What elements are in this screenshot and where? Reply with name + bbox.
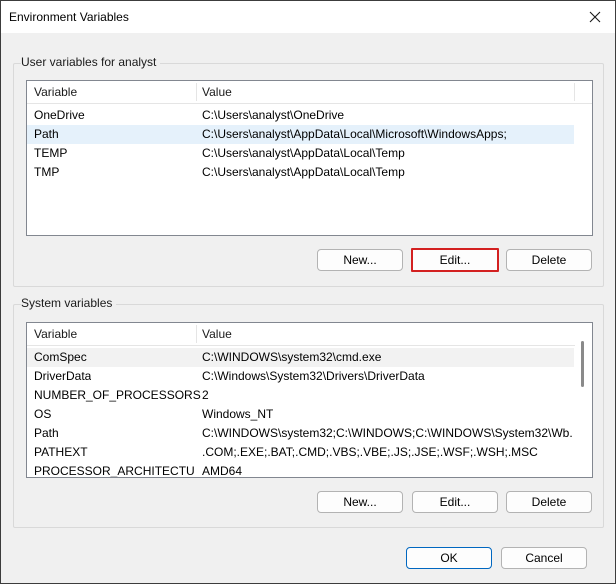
cancel-button[interactable]: Cancel (501, 547, 587, 569)
column-header-value[interactable]: Value (202, 85, 232, 99)
variable-value: C:\Users\analyst\OneDrive (202, 108, 345, 122)
user-new-button[interactable]: New... (317, 249, 403, 271)
variable-name: Path (34, 426, 59, 440)
vertical-scrollbar[interactable] (575, 323, 592, 477)
variable-name: NUMBER_OF_PROCESSORS (34, 388, 201, 402)
table-row[interactable]: OS Windows_NT (27, 405, 574, 424)
variable-value: Windows_NT (202, 407, 274, 421)
table-row[interactable]: PROCESSOR_ARCHITECTURE AMD64 (27, 462, 574, 478)
scrollbar-thumb[interactable] (581, 341, 584, 387)
table-row[interactable]: NUMBER_OF_PROCESSORS 2 (27, 386, 574, 405)
table-row-selected[interactable]: Path C:\Users\analyst\AppData\Local\Micr… (27, 125, 574, 144)
column-header-value[interactable]: Value (202, 327, 232, 341)
window-title: Environment Variables (9, 10, 129, 24)
table-row-highlighted[interactable]: ComSpec C:\WINDOWS\system32\cmd.exe (27, 348, 574, 367)
list-header: Variable Value (27, 81, 592, 104)
variable-name: OneDrive (34, 108, 85, 122)
variable-value: .COM;.EXE;.BAT;.CMD;.VBS;.VBE;.JS;.JSE;.… (202, 445, 538, 459)
system-delete-button[interactable]: Delete (506, 491, 592, 513)
title-bar: Environment Variables (1, 1, 615, 33)
column-header-variable[interactable]: Variable (34, 327, 77, 341)
variable-name: TMP (34, 165, 60, 179)
variable-name: ComSpec (34, 350, 87, 364)
variable-name: Path (34, 127, 59, 141)
environment-variables-dialog: Environment Variables User variables for… (0, 0, 616, 584)
close-button[interactable] (583, 5, 607, 29)
system-variables-label: System variables (21, 296, 117, 310)
table-row[interactable]: TEMP C:\Users\analyst\AppData\Local\Temp (27, 144, 592, 163)
column-separator[interactable] (574, 83, 575, 101)
variable-name: TEMP (34, 146, 68, 160)
column-header-variable[interactable]: Variable (34, 85, 77, 99)
list-header: Variable Value (27, 323, 592, 346)
variable-value: 2 (202, 388, 209, 402)
variable-value: C:\Users\analyst\AppData\Local\Temp (202, 146, 405, 160)
variable-value: AMD64 (202, 464, 243, 478)
close-icon (589, 11, 601, 23)
variable-name: PATHEXT (34, 445, 88, 459)
table-row[interactable]: PATHEXT .COM;.EXE;.BAT;.CMD;.VBS;.VBE;.J… (27, 443, 574, 462)
variable-name: OS (34, 407, 52, 421)
system-edit-button[interactable]: Edit... (412, 491, 498, 513)
system-new-button[interactable]: New... (317, 491, 403, 513)
user-variables-list[interactable]: Variable Value OneDrive C:\Users\analyst… (26, 80, 593, 236)
variable-value: C:\WINDOWS\system32;C:\WINDOWS;C:\WINDOW… (202, 426, 572, 440)
variable-name: DriverData (34, 369, 92, 383)
variable-value: C:\Users\analyst\AppData\Local\Microsoft… (202, 127, 507, 141)
table-row[interactable]: TMP C:\Users\analyst\AppData\Local\Temp (27, 163, 592, 182)
system-variables-list[interactable]: Variable Value ComSpec C:\WINDOWS\system… (26, 322, 593, 478)
table-row[interactable]: DriverData C:\Windows\System32\Drivers\D… (27, 367, 574, 386)
column-separator[interactable] (196, 83, 197, 101)
variable-value: C:\WINDOWS\system32\cmd.exe (202, 350, 382, 364)
user-variables-label: User variables for analyst (21, 55, 161, 69)
column-separator[interactable] (196, 325, 197, 343)
table-row[interactable]: OneDrive C:\Users\analyst\OneDrive (27, 106, 592, 125)
variable-value: C:\Users\analyst\AppData\Local\Temp (202, 165, 405, 179)
table-row[interactable]: Path C:\WINDOWS\system32;C:\WINDOWS;C:\W… (27, 424, 574, 443)
user-delete-button[interactable]: Delete (506, 249, 592, 271)
variable-name: PROCESSOR_ARCHITECTURE (34, 464, 194, 478)
variable-value: C:\Windows\System32\Drivers\DriverData (202, 369, 425, 383)
user-edit-button[interactable]: Edit... (411, 248, 499, 272)
ok-button[interactable]: OK (406, 547, 492, 569)
